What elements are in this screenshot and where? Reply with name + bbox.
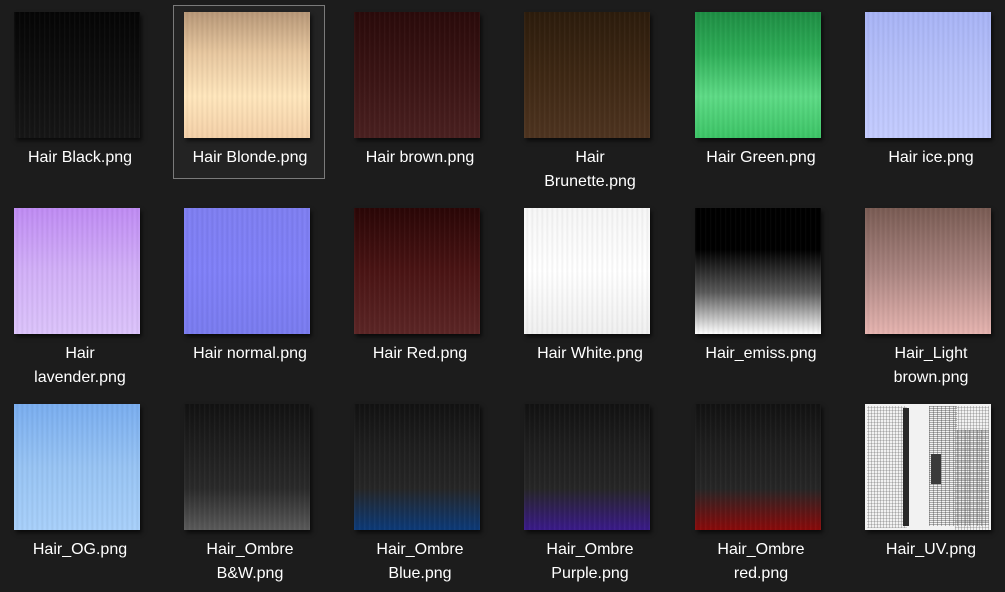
file-item-hair-light-brown[interactable]: Hair_Light brown.png	[854, 201, 1005, 386]
hair-texture-ombre-red-icon	[695, 404, 821, 530]
file-name-label: Hair Brunette.png	[544, 149, 636, 190]
file-item-hair-brunette[interactable]: Hair Brunette.png	[513, 5, 665, 190]
file-name-label: Hair Green.png	[706, 149, 816, 166]
file-item-hair-green[interactable]: Hair Green.png	[684, 5, 836, 179]
file-item-hair-red[interactable]: Hair Red.png	[343, 201, 495, 375]
file-item-hair-ombre-red[interactable]: Hair_Ombre red.png	[684, 397, 836, 582]
hair-texture-light-brown-icon	[865, 208, 991, 334]
hair-texture-uv-layout-icon	[865, 404, 991, 530]
file-item-hair-normal[interactable]: Hair normal.png	[173, 201, 325, 375]
hair-texture-white-icon	[524, 208, 650, 334]
file-item-hair-white[interactable]: Hair White.png	[513, 201, 665, 375]
hair-texture-ombre-blue-icon	[354, 404, 480, 530]
hair-texture-emissive-icon	[695, 208, 821, 334]
file-name-label: Hair_Light brown.png	[893, 345, 969, 386]
file-name-label: Hair_UV.png	[885, 541, 977, 558]
file-grid: Hair Black.png Hair Blonde.png Hair brown.…	[0, 0, 1005, 592]
file-name-label: Hair_Ombre B&W.png	[206, 541, 294, 582]
file-name-label: Hair_emiss.png	[705, 345, 817, 362]
file-item-hair-ice[interactable]: Hair ice.png	[854, 5, 1005, 179]
file-item-hair-lavender[interactable]: Hair lavender.png	[3, 201, 155, 386]
file-name-label: Hair_Ombre red.png	[717, 541, 805, 582]
hair-texture-green-icon	[695, 12, 821, 138]
file-item-hair-emiss[interactable]: Hair_emiss.png	[684, 201, 836, 375]
file-name-label: Hair_OG.png	[32, 541, 128, 558]
file-name-label: Hair_Ombre Purple.png	[546, 541, 634, 582]
file-item-hair-og[interactable]: Hair_OG.png	[3, 397, 155, 571]
hair-texture-lavender-icon	[14, 208, 140, 334]
file-name-label: Hair ice.png	[888, 149, 974, 166]
file-item-hair-uv[interactable]: Hair_UV.png	[854, 397, 1005, 571]
file-name-label: Hair Black.png	[27, 149, 133, 166]
hair-texture-blonde-icon	[184, 12, 310, 138]
file-name-label: Hair brown.png	[365, 149, 475, 166]
hair-texture-brunette-icon	[524, 12, 650, 138]
hair-texture-og-icon	[14, 404, 140, 530]
file-item-hair-black[interactable]: Hair Black.png	[3, 5, 155, 179]
file-item-hair-blonde[interactable]: Hair Blonde.png	[173, 5, 325, 179]
file-item-hair-brown[interactable]: Hair brown.png	[343, 5, 495, 179]
file-name-label: Hair lavender.png	[34, 345, 126, 386]
hair-texture-ice-icon	[865, 12, 991, 138]
hair-texture-normal-icon	[184, 208, 310, 334]
file-name-label: Hair_Ombre Blue.png	[376, 541, 464, 582]
file-item-hair-ombre-purple[interactable]: Hair_Ombre Purple.png	[513, 397, 665, 582]
hair-texture-ombre-purple-icon	[524, 404, 650, 530]
hair-texture-black-icon	[14, 12, 140, 138]
file-item-hair-ombre-b-w[interactable]: Hair_Ombre B&W.png	[173, 397, 325, 582]
file-item-hair-ombre-blue[interactable]: Hair_Ombre Blue.png	[343, 397, 495, 582]
hair-texture-red-icon	[354, 208, 480, 334]
file-name-label: Hair White.png	[537, 345, 643, 362]
file-name-label: Hair Red.png	[372, 345, 468, 362]
hair-texture-brown-icon	[354, 12, 480, 138]
file-name-label: Hair normal.png	[193, 345, 307, 362]
hair-texture-ombre-bw-icon	[184, 404, 310, 530]
file-name-label: Hair Blonde.png	[192, 149, 308, 166]
